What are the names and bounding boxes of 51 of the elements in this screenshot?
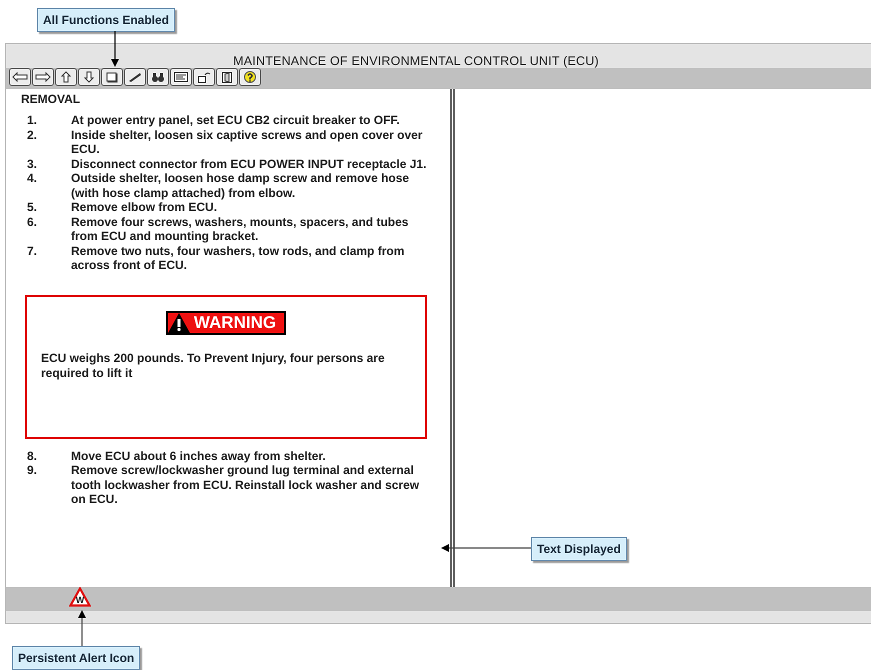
step-number: 4. xyxy=(27,171,38,187)
step-text: Inside shelter, loosen six captive screws and open cover over ECU. xyxy=(71,128,424,156)
section-heading: REMOVAL xyxy=(21,92,82,106)
lock-icon xyxy=(196,71,212,83)
warning-triangle-icon xyxy=(168,312,190,332)
toolbar-button[interactable] xyxy=(216,68,238,86)
page-icon xyxy=(104,71,120,83)
callout-arrow xyxy=(78,610,86,646)
left-arrow-icon xyxy=(12,71,28,83)
toolbar-button[interactable] xyxy=(193,68,215,86)
door-icon xyxy=(219,71,235,83)
down-arrow-icon xyxy=(81,71,97,83)
step-text: Remove two nuts, four washers, tow rods, and clamp from across front of ECU. xyxy=(71,244,406,272)
step-number: 9. xyxy=(27,463,38,479)
callout-label: Text Displayed xyxy=(531,537,627,561)
help-icon xyxy=(242,71,258,83)
step-number: 8. xyxy=(27,448,38,463)
toolbar-button[interactable] xyxy=(124,68,146,86)
right-arrow-icon xyxy=(35,71,51,83)
callout-arrow xyxy=(111,31,119,67)
toolbar-button[interactable] xyxy=(239,68,261,86)
window-title: MAINTENANCE OF ENVIRONMENTAL CONTROL UNIT (ECU) xyxy=(233,54,599,68)
alert-icon[interactable]: W xyxy=(69,587,91,607)
step-text: Remove four screws, washers, mounts, spacers, and tubes from ECU and mounting bracket. xyxy=(71,214,410,244)
step-number: 7. xyxy=(27,244,38,260)
warning-banner: WARNING xyxy=(166,310,286,334)
toolbar-button[interactable] xyxy=(9,68,31,86)
toolbar-button[interactable] xyxy=(55,68,77,86)
binoculars-icon xyxy=(150,71,166,83)
step-text: Move ECU about 6 inches away from shelter. xyxy=(71,448,327,463)
toolbar-button[interactable] xyxy=(32,68,54,86)
card-icon xyxy=(173,71,189,83)
toolbar-button[interactable] xyxy=(170,68,192,86)
up-arrow-icon xyxy=(58,71,74,83)
step-text: Remove screw/lockwasher ground lug terminal and external tooth lockwasher from ECU. Reinstall lock washer and screw on ECU. xyxy=(71,463,420,506)
toolbar-button[interactable] xyxy=(78,68,100,86)
step-number: 6. xyxy=(27,214,38,230)
step-text: Outside shelter, loosen hose damp screw and remove hose (with hose clamp attached) from elbow. xyxy=(71,171,410,200)
step-text: Disconnect connector from ECU POWER INPUT receptacle J1. xyxy=(71,156,428,171)
toolbar-button[interactable] xyxy=(147,68,169,86)
callout-label: Persistent Alert Icon xyxy=(12,646,140,670)
warning-text: ECU weighs 200 pounds. To Prevent Injury, four persons are required to lift it xyxy=(41,350,386,380)
step-number: 1. xyxy=(27,113,38,128)
step-text: At power entry panel, set ECU CB2 circuit breaker to OFF. xyxy=(71,113,401,128)
step-number: 3. xyxy=(27,156,38,171)
step-number: 2. xyxy=(27,128,38,144)
callout-label: All Functions Enabled xyxy=(37,8,176,32)
pen-icon xyxy=(127,71,143,83)
step-number: 5. xyxy=(27,200,38,214)
step-text: Remove elbow from ECU. xyxy=(71,200,218,214)
toolbar-button[interactable] xyxy=(101,68,123,86)
